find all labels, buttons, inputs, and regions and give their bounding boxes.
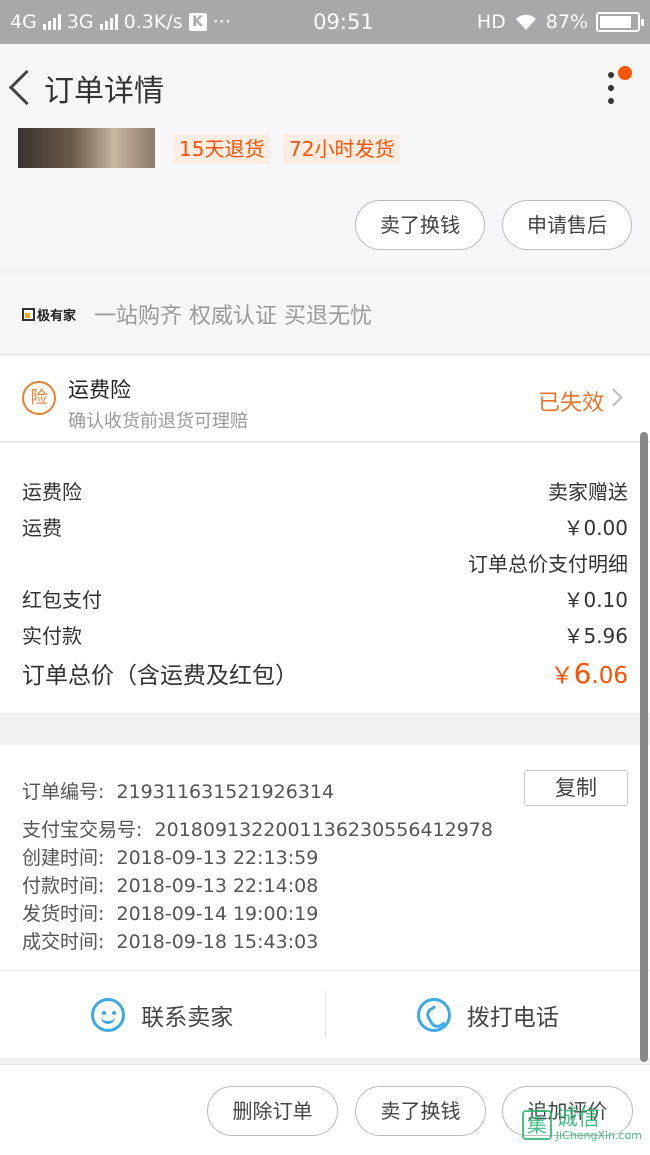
price-row: 红包支付 ￥0.10 bbox=[22, 584, 628, 613]
delete-order-button[interactable]: 删除订单 bbox=[207, 1086, 338, 1136]
time-line: 成交时间: 2018-09-18 15:43:03 bbox=[22, 927, 318, 954]
time-line: 付款时间: 2018-09-13 22:14:08 bbox=[22, 871, 318, 898]
price-label: 红包支付 bbox=[22, 588, 102, 612]
price-label: 运费险 bbox=[22, 480, 82, 504]
clock: 09:51 bbox=[313, 10, 374, 34]
time-value: 2018-09-13 22:14:08 bbox=[116, 875, 319, 897]
alipay-line: 支付宝交易号: 2018091322001136230556412978 bbox=[22, 815, 493, 842]
time-label: 创建时间: bbox=[22, 847, 105, 869]
signal-icon bbox=[42, 14, 61, 30]
after-sale-button[interactable]: 申请售后 bbox=[502, 200, 632, 250]
total-value: ￥6.06 bbox=[551, 656, 628, 690]
time-line: 发货时间: 2018-09-14 19:00:19 bbox=[22, 899, 318, 926]
app-header: 订单详情 bbox=[0, 44, 650, 132]
order-info: 订单编号: 219311631521926314 复制 支付宝交易号: 2018… bbox=[0, 745, 650, 970]
brand-name: 极有家 bbox=[37, 308, 77, 324]
alipay-number: 2018091322001136230556412978 bbox=[154, 819, 493, 841]
call-phone-label: 拨打电话 bbox=[466, 1004, 559, 1031]
price-label: 运费 bbox=[22, 516, 62, 540]
payment-detail-heading: 订单总价支付明细 bbox=[468, 552, 628, 576]
network-3g-label: 3G bbox=[66, 11, 94, 33]
notification-dot bbox=[618, 66, 632, 80]
total-label: 订单总价（含运费及红包） bbox=[22, 663, 298, 689]
chat-icon bbox=[91, 997, 126, 1032]
watermark-text: 诚信 bbox=[555, 1106, 600, 1131]
order-number-line: 订单编号: 219311631521926314 bbox=[22, 777, 334, 804]
brand-bar[interactable]: 极有家 一站购齐 权威认证 买退无忧 bbox=[0, 273, 650, 355]
contact-bar: 联系卖家 拨打电话 bbox=[0, 970, 650, 1058]
total-row: 订单总价（含运费及红包） ￥6.06 bbox=[22, 656, 628, 690]
contact-seller-label: 联系卖家 bbox=[141, 1004, 234, 1031]
total-integer: 6 bbox=[573, 657, 592, 690]
return-tag: 15天退货 bbox=[173, 134, 271, 164]
battery-percent: 87% bbox=[545, 11, 588, 33]
hd-label: HD bbox=[476, 11, 506, 33]
alipay-label: 支付宝交易号: bbox=[22, 819, 143, 841]
total-decimal: .06 bbox=[591, 663, 628, 689]
price-row: 运费险 卖家赠送 bbox=[22, 476, 628, 505]
price-row: 运费 ￥0.00 bbox=[22, 512, 628, 541]
insurance-title: 运费险 bbox=[68, 378, 131, 402]
order-number-label: 订单编号: bbox=[22, 781, 105, 803]
product-card: 15天退货 72小时发货 卖了换钱 申请售后 bbox=[0, 128, 650, 268]
time-label: 发货时间: bbox=[22, 903, 105, 925]
price-detail: 运费险 卖家赠送 运费 ￥0.00 订单总价支付明细 红包支付 ￥0.10 实付… bbox=[0, 443, 650, 713]
watermark-url: JiChengXin.com bbox=[555, 1129, 642, 1142]
home-icon bbox=[22, 307, 35, 321]
net-speed: 0.3K/s bbox=[123, 11, 183, 33]
k-app-icon: K bbox=[188, 13, 207, 31]
shipping-tag: 72小时发货 bbox=[283, 134, 401, 164]
insurance-icon: 险 bbox=[22, 381, 56, 415]
product-thumbnail[interactable] bbox=[18, 128, 155, 168]
chevron-right-icon bbox=[604, 388, 623, 407]
shipping-insurance-row[interactable]: 险 运费险 确认收货前退货可理赔 已失效 bbox=[0, 356, 650, 442]
site-watermark: 集 诚信 JiChengXin.com bbox=[521, 1106, 642, 1142]
price-value: 卖家赠送 bbox=[548, 480, 628, 504]
time-label: 成交时间: bbox=[22, 931, 105, 953]
network-4g-label: 4G bbox=[10, 11, 37, 33]
currency-symbol: ￥ bbox=[550, 663, 574, 689]
resell-button[interactable]: 卖了换钱 bbox=[355, 1086, 486, 1136]
brand-slogan: 一站购齐 权威认证 买退无忧 bbox=[94, 304, 373, 329]
time-value: 2018-09-18 15:43:03 bbox=[116, 931, 319, 953]
back-icon[interactable] bbox=[0, 44, 44, 132]
price-row: 订单总价支付明细 bbox=[22, 548, 628, 577]
insurance-status: 已失效 bbox=[537, 391, 604, 416]
battery-icon bbox=[596, 12, 644, 32]
wifi-icon bbox=[515, 14, 536, 30]
time-value: 2018-09-13 22:13:59 bbox=[116, 847, 319, 869]
time-value: 2018-09-14 19:00:19 bbox=[116, 903, 319, 925]
price-label: 实付款 bbox=[22, 624, 82, 648]
price-row: 实付款 ￥5.96 bbox=[22, 620, 628, 649]
brand-logo: 极有家 bbox=[22, 305, 76, 324]
resell-button[interactable]: 卖了换钱 bbox=[355, 200, 485, 250]
status-bar: 4G 3G 0.3K/s K ··· 09:51 HD 87% bbox=[0, 0, 650, 44]
battery-fill bbox=[600, 16, 631, 28]
scrollbar[interactable] bbox=[640, 432, 648, 1062]
price-value: ￥0.10 bbox=[563, 588, 628, 612]
watermark-logo: 集 bbox=[521, 1109, 552, 1140]
phone-icon bbox=[416, 997, 451, 1032]
signal-icon bbox=[99, 14, 118, 30]
call-phone-button[interactable]: 拨打电话 bbox=[326, 971, 650, 1058]
page-title: 订单详情 bbox=[44, 74, 164, 109]
more-menu-icon[interactable] bbox=[596, 66, 632, 108]
time-line: 创建时间: 2018-09-13 22:13:59 bbox=[22, 843, 318, 870]
contact-seller-button[interactable]: 联系卖家 bbox=[0, 971, 325, 1058]
time-label: 付款时间: bbox=[22, 875, 105, 897]
order-number: 219311631521926314 bbox=[116, 781, 335, 803]
price-value: ￥5.96 bbox=[563, 624, 628, 648]
insurance-subtitle: 确认收货前退货可理赔 bbox=[68, 411, 248, 432]
copy-button[interactable]: 复制 bbox=[524, 770, 628, 806]
price-value: ￥0.00 bbox=[563, 516, 628, 540]
